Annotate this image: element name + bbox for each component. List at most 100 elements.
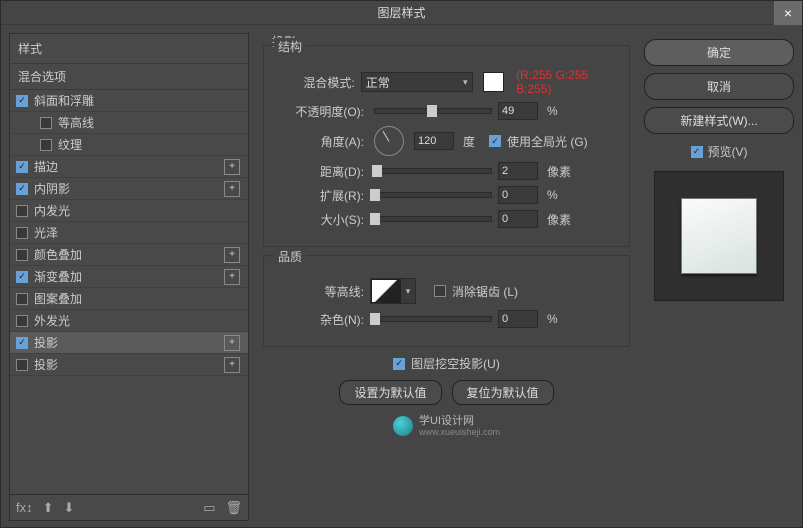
- add-effect-icon[interactable]: +: [224, 335, 240, 351]
- checkbox-icon[interactable]: [40, 139, 52, 151]
- checkbox-icon[interactable]: [16, 359, 28, 371]
- antialias-checkbox[interactable]: [434, 285, 446, 297]
- styles-header: 样式: [10, 34, 248, 64]
- style-row-color-overlay[interactable]: 颜色叠加+: [10, 244, 248, 266]
- blend-mode-select[interactable]: 正常 ▾: [361, 72, 473, 92]
- checkbox-icon[interactable]: [16, 183, 28, 195]
- noise-unit: %: [547, 312, 558, 326]
- angle-label: 角度(A):: [278, 133, 364, 150]
- trash-icon[interactable]: 🗑: [225, 500, 242, 516]
- size-row: 大小(S): 像素: [278, 210, 615, 228]
- add-icon[interactable]: ▭: [203, 500, 215, 516]
- distance-input[interactable]: [498, 162, 538, 180]
- style-row-sheen[interactable]: 光泽: [10, 222, 248, 244]
- settings-panel: 投影 结构 混合模式: 正常 ▾ (R:255 G:255 B:255) 不透明…: [257, 33, 636, 521]
- preview-box: [654, 171, 784, 301]
- fx-menu-icon[interactable]: fx↕: [16, 500, 33, 515]
- checkbox-icon[interactable]: [16, 95, 28, 107]
- close-icon: ×: [784, 5, 792, 21]
- color-swatch[interactable]: [483, 72, 505, 92]
- set-default-button[interactable]: 设置为默认值: [339, 380, 441, 405]
- style-row-bevel[interactable]: 斜面和浮雕: [10, 90, 248, 112]
- add-effect-icon[interactable]: +: [224, 269, 240, 285]
- opacity-row: 不透明度(O): %: [278, 102, 615, 120]
- style-row-inner-glow[interactable]: 内发光: [10, 200, 248, 222]
- style-row-pattern-overlay[interactable]: 图案叠加: [10, 288, 248, 310]
- checkbox-icon[interactable]: [16, 337, 28, 349]
- spread-slider[interactable]: [374, 192, 492, 198]
- up-icon[interactable]: ⬆: [43, 500, 54, 516]
- style-row-drop-shadow-2[interactable]: 投影+: [10, 354, 248, 376]
- add-effect-icon[interactable]: +: [224, 357, 240, 373]
- knockout-checkbox[interactable]: [393, 358, 405, 370]
- style-row-stroke[interactable]: 描边+: [10, 156, 248, 178]
- style-row-inner-shadow[interactable]: 内阴影+: [10, 178, 248, 200]
- style-row-drop-shadow[interactable]: 投影+: [10, 332, 248, 354]
- size-label: 大小(S):: [278, 211, 364, 228]
- checkbox-icon[interactable]: [40, 117, 52, 129]
- style-row-outer-glow[interactable]: 外发光: [10, 310, 248, 332]
- add-effect-icon[interactable]: +: [224, 181, 240, 197]
- antialias-label: 消除锯齿 (L): [452, 283, 518, 300]
- quality-group: 品质 等高线: ▾ 消除锯齿 (L) 杂色(N): %: [263, 255, 630, 347]
- style-row-gradient-overlay[interactable]: 渐变叠加+: [10, 266, 248, 288]
- cancel-button[interactable]: 取消: [644, 73, 794, 100]
- angle-unit: 度: [463, 133, 475, 150]
- close-button[interactable]: ×: [774, 1, 802, 25]
- spread-unit: %: [547, 188, 558, 202]
- noise-row: 杂色(N): %: [278, 310, 615, 328]
- noise-label: 杂色(N):: [278, 311, 364, 328]
- distance-row: 距离(D): 像素: [278, 162, 615, 180]
- add-effect-icon[interactable]: +: [224, 159, 240, 175]
- dialog-body: 样式 混合选项 斜面和浮雕 等高线 纹理 描边+ 内阴影+ 内发光 光泽 颜色叠…: [1, 25, 802, 529]
- contour-picker[interactable]: ▾: [370, 278, 416, 304]
- style-row-contour[interactable]: 等高线: [10, 112, 248, 134]
- checkbox-icon[interactable]: [16, 293, 28, 305]
- knockout-label: 图层挖空投影(U): [411, 355, 500, 372]
- distance-slider[interactable]: [374, 168, 492, 174]
- size-slider[interactable]: [374, 216, 492, 222]
- angle-input[interactable]: [414, 132, 454, 150]
- blend-mode-row: 混合模式: 正常 ▾ (R:255 G:255 B:255): [278, 68, 615, 96]
- spread-input[interactable]: [498, 186, 538, 204]
- new-style-button[interactable]: 新建样式(W)...: [644, 107, 794, 134]
- ok-button[interactable]: 确定: [644, 39, 794, 66]
- contour-swatch-icon: [371, 279, 401, 303]
- checkbox-icon[interactable]: [16, 271, 28, 283]
- checkbox-icon[interactable]: [16, 161, 28, 173]
- style-list: 斜面和浮雕 等高线 纹理 描边+ 内阴影+ 内发光 光泽 颜色叠加+ 渐变叠加+…: [10, 90, 248, 494]
- down-icon[interactable]: ⬇: [64, 500, 75, 516]
- preview-swatch: [681, 198, 757, 274]
- chevron-down-icon: ▾: [463, 77, 468, 88]
- structure-label: 结构: [274, 38, 306, 55]
- global-light-checkbox[interactable]: [489, 135, 501, 147]
- blend-options-row[interactable]: 混合选项: [10, 64, 248, 90]
- preview-checkbox[interactable]: [691, 146, 703, 158]
- watermark-url: www.xueuisheji.com: [419, 427, 500, 437]
- size-input[interactable]: [498, 210, 538, 228]
- default-buttons: 设置为默认值 复位为默认值: [259, 380, 634, 405]
- add-effect-icon[interactable]: +: [224, 247, 240, 263]
- reset-default-button[interactable]: 复位为默认值: [452, 380, 554, 405]
- style-row-texture[interactable]: 纹理: [10, 134, 248, 156]
- spread-label: 扩展(R):: [278, 187, 364, 204]
- checkbox-icon[interactable]: [16, 227, 28, 239]
- checkbox-icon[interactable]: [16, 205, 28, 217]
- styles-panel: 样式 混合选项 斜面和浮雕 等高线 纹理 描边+ 内阴影+ 内发光 光泽 颜色叠…: [9, 33, 249, 521]
- watermark-text: 学UI设计网: [419, 415, 500, 427]
- styles-footer: fx↕ ⬆ ⬇ ▭ 🗑: [10, 494, 248, 520]
- checkbox-icon[interactable]: [16, 315, 28, 327]
- chevron-down-icon[interactable]: ▾: [401, 279, 415, 303]
- distance-label: 距离(D):: [278, 163, 364, 180]
- layer-style-dialog: 图层样式 × 样式 混合选项 斜面和浮雕 等高线 纹理 描边+ 内阴影+ 内发光…: [0, 0, 803, 528]
- contour-label: 等高线:: [278, 283, 364, 300]
- checkbox-icon[interactable]: [16, 249, 28, 261]
- noise-input[interactable]: [498, 310, 538, 328]
- preview-label: 预览(V): [708, 143, 748, 160]
- watermark-logo-icon: [393, 416, 413, 436]
- angle-dial[interactable]: [374, 126, 404, 156]
- opacity-slider[interactable]: [374, 108, 492, 114]
- blend-mode-label: 混合模式:: [278, 74, 355, 91]
- noise-slider[interactable]: [374, 316, 492, 322]
- opacity-input[interactable]: [498, 102, 538, 120]
